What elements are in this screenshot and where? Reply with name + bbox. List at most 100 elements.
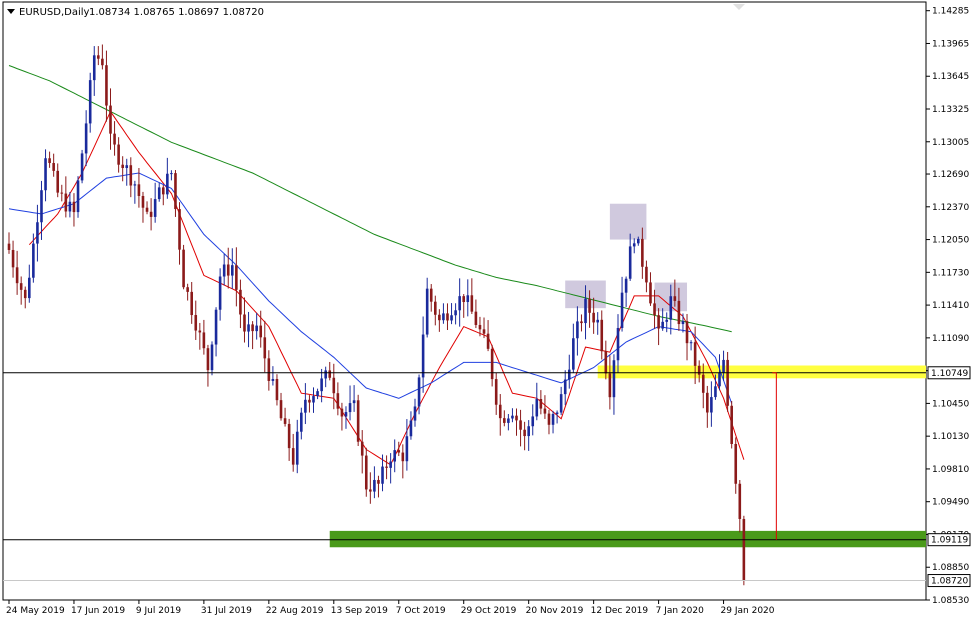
candle[interactable] [726, 351, 729, 412]
candle-body [352, 400, 356, 404]
candle-body [170, 173, 173, 175]
candle-body [300, 412, 303, 432]
candle-body [243, 314, 246, 332]
candle-body [661, 321, 664, 329]
x-tick-label: 13 Sep 2019 [331, 606, 388, 616]
candle-body [239, 289, 242, 315]
candle[interactable] [80, 149, 84, 184]
candle-body [287, 423, 291, 449]
x-tick-label: 31 Jul 2019 [201, 606, 252, 616]
candle[interactable] [356, 394, 360, 446]
candle-body [364, 455, 368, 490]
candle[interactable] [742, 515, 746, 586]
candle-body [486, 333, 490, 349]
y-tick-label: 1.12050 [932, 236, 969, 246]
y-tick-label: 1.13645 [932, 72, 969, 82]
x-tick-label: 9 Jul 2019 [136, 606, 181, 616]
candle-body [689, 342, 693, 344]
candle-body [722, 359, 725, 373]
y-tick-label: 1.11090 [932, 334, 969, 344]
candle-body [592, 312, 595, 323]
candle-body [291, 448, 295, 465]
x-tick-label: 29 Oct 2019 [461, 606, 517, 616]
candle-body [304, 399, 307, 413]
candle-body [669, 296, 673, 320]
candle-body [259, 325, 263, 338]
candle-body [584, 298, 587, 324]
candle-body [474, 311, 478, 325]
candle-body [186, 287, 189, 292]
candle[interactable] [730, 401, 733, 449]
candle-body [730, 405, 733, 444]
candle-body [596, 319, 599, 323]
y-tick-label: 1.09810 [932, 465, 969, 475]
candle-body [194, 315, 198, 331]
candle[interactable] [76, 176, 80, 218]
candle-body [576, 321, 579, 339]
candle-body [539, 399, 543, 409]
candle-body [344, 412, 348, 417]
candle-body [190, 291, 193, 316]
candle-body [369, 489, 372, 492]
candle-body [117, 144, 120, 165]
candle-body [470, 295, 474, 312]
candle-body [726, 359, 729, 406]
x-tick-label: 17 Jun 2019 [71, 606, 125, 616]
candle-body [628, 246, 632, 279]
x-tick-label: 24 May 2019 [6, 606, 65, 616]
candle-body [149, 211, 153, 217]
candle-body [503, 418, 506, 423]
candle-body [340, 408, 344, 417]
candle-body [559, 394, 563, 413]
candle-body [454, 310, 457, 316]
support-zone [329, 530, 926, 548]
candle-body [693, 342, 697, 366]
candle-body [580, 321, 583, 324]
candle-body [15, 267, 19, 284]
candle-body [121, 164, 124, 169]
candle-body [742, 518, 746, 581]
symbol-label: EURUSD,Daily [19, 7, 90, 18]
candle-body [425, 288, 429, 335]
candle-body [218, 276, 222, 310]
candle-body [393, 450, 396, 462]
candle-body [710, 397, 713, 413]
candle-body [36, 222, 39, 244]
candle-body [381, 466, 384, 484]
candle-body [283, 418, 287, 424]
candle-body [604, 351, 608, 374]
candle-body [178, 209, 181, 250]
current-price-tag: 1.08720 [931, 577, 968, 587]
candle-body [360, 441, 364, 456]
candle-body [641, 238, 644, 267]
candle-body [137, 184, 141, 196]
candle-body [60, 192, 64, 194]
x-tick-label: 7 Jan 2020 [656, 606, 704, 616]
candle-body [109, 105, 112, 134]
candle-body [462, 296, 466, 303]
x-tick-label: 20 Nov 2019 [526, 606, 584, 616]
candle-body [320, 378, 323, 392]
y-tick-label: 1.13005 [932, 138, 969, 148]
candle-body [129, 165, 133, 186]
candle-body [356, 400, 360, 442]
price-chart[interactable]: 1.14285 1.13965 1.13645 1.13325 1.13005 1.126… [0, 0, 974, 622]
candle-body [657, 315, 660, 329]
candle-body [332, 377, 336, 394]
candle-body [11, 249, 15, 268]
candle-body [442, 313, 445, 321]
candle-body [182, 249, 185, 288]
candle-body [88, 80, 92, 124]
x-tick-label: 29 Jan 2020 [721, 606, 775, 616]
candle-body [275, 378, 279, 401]
candle-body [7, 243, 11, 250]
candle-body [336, 393, 340, 409]
y-tick-label: 1.09490 [932, 498, 969, 508]
candle-body [174, 173, 177, 210]
candle[interactable] [182, 244, 185, 290]
candle-body [226, 264, 230, 276]
candle-body [734, 443, 738, 484]
candle-body [714, 386, 717, 398]
resistance-zone [597, 365, 926, 379]
candle-body [231, 265, 234, 276]
